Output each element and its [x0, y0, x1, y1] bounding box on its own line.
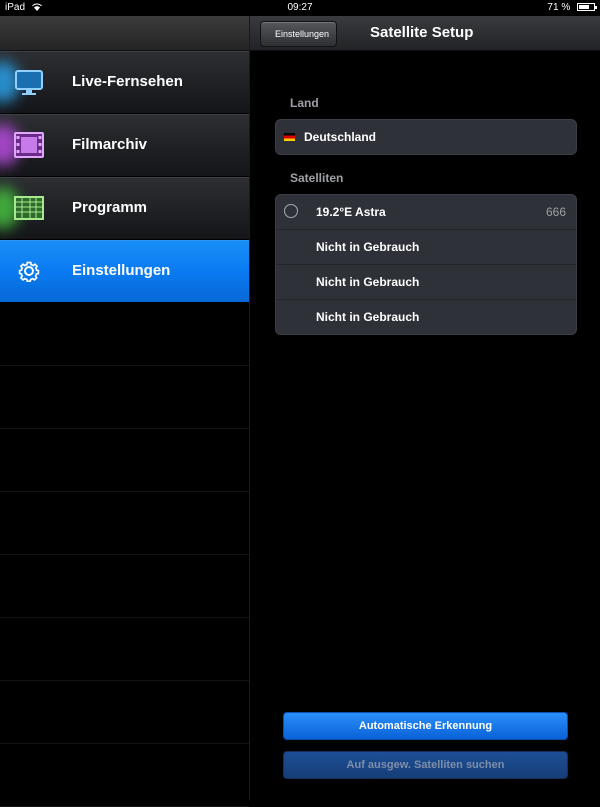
page-title: Satellite Setup — [370, 24, 474, 41]
satellite-count: 666 — [545, 205, 566, 219]
satellite-label: 19.2°E Astra — [316, 205, 386, 219]
sidebar-item-live-tv[interactable]: Live-Fernsehen — [0, 51, 249, 114]
country-row[interactable]: Deutschland — [276, 120, 576, 154]
tv-icon — [15, 70, 43, 95]
country-label: Deutschland — [304, 130, 377, 144]
battery-level — [579, 5, 589, 9]
satellite-list: 19.2°E Astra 666 Nicht in Gebrauch Nicht… — [275, 194, 577, 335]
satellite-label: Nicht in Gebrauch — [316, 275, 420, 289]
status-bar: iPad 09:27 71 % — [0, 0, 600, 16]
empty-row — [0, 555, 249, 618]
sidebar: Live-Fernsehen Filmarchiv Programm Einst… — [0, 16, 250, 807]
empty-row — [0, 429, 249, 492]
section-label-land: Land — [290, 96, 319, 110]
battery-percent: 71 % — [547, 2, 571, 13]
satellite-row[interactable]: 19.2°E Astra 666 — [276, 195, 576, 230]
sidebar-item-label: Filmarchiv — [72, 136, 148, 153]
auto-detect-button[interactable]: Automatische Erkennung — [283, 712, 568, 740]
satellite-row[interactable]: Nicht in Gebrauch — [276, 230, 576, 265]
battery-icon — [577, 3, 597, 11]
empty-row — [0, 366, 249, 429]
sidebar-item-label: Einstellungen — [72, 262, 171, 279]
status-right: 71 % — [547, 0, 597, 16]
country-group: Deutschland — [275, 119, 577, 155]
top-navbar: Einstellungen Satellite Setup — [250, 16, 600, 51]
empty-row — [0, 303, 249, 366]
satellite-row[interactable]: Nicht in Gebrauch — [276, 300, 576, 334]
sidebar-item-label: Live-Fernsehen — [72, 73, 183, 90]
satellite-label: Nicht in Gebrauch — [316, 310, 420, 324]
german-flag-icon — [284, 133, 295, 141]
empty-row — [0, 618, 249, 681]
satellite-row[interactable]: Nicht in Gebrauch — [276, 265, 576, 300]
search-selected-satellites-button[interactable]: Auf ausgew. Satelliten suchen — [283, 751, 568, 779]
section-label-satellites: Satelliten — [290, 171, 344, 185]
sidebar-header — [0, 16, 249, 51]
back-button[interactable]: Einstellungen — [260, 21, 338, 47]
empty-row — [0, 744, 249, 807]
empty-row — [0, 681, 249, 744]
sidebar-item-film-archive[interactable]: Filmarchiv — [0, 114, 249, 177]
satellite-label: Nicht in Gebrauch — [316, 240, 420, 254]
sidebar-item-settings[interactable]: Einstellungen — [0, 240, 249, 303]
film-icon — [14, 132, 44, 158]
sidebar-item-program[interactable]: Programm — [0, 177, 249, 240]
clock: 09:27 — [287, 2, 313, 13]
empty-row — [0, 492, 249, 555]
program-grid-icon — [14, 196, 44, 220]
gear-icon — [18, 261, 40, 283]
sidebar-item-label: Programm — [72, 199, 148, 216]
radio-circle-icon[interactable] — [284, 204, 298, 218]
